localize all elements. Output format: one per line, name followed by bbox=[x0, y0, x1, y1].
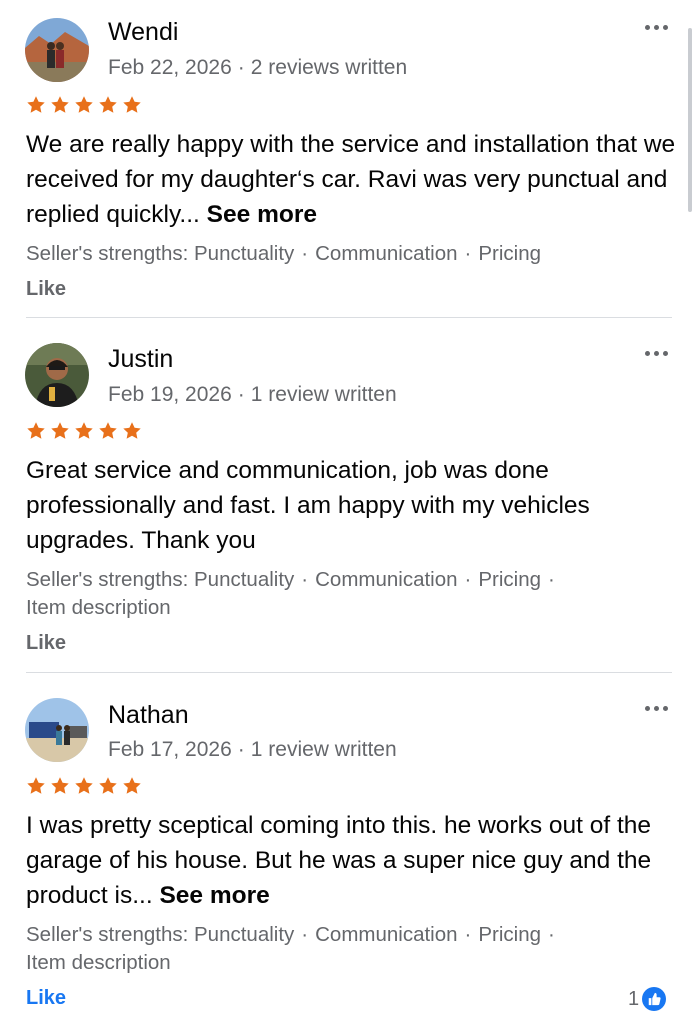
star-rating bbox=[26, 776, 142, 798]
review-body: I was pretty sceptical coming into this.… bbox=[26, 812, 652, 909]
reaction-summary[interactable]: 1 bbox=[628, 987, 667, 1011]
star-icon bbox=[27, 422, 45, 439]
strengths-label: Seller's strengths: bbox=[26, 568, 189, 591]
star-icon bbox=[27, 96, 45, 113]
star-icon bbox=[75, 422, 93, 439]
strength-item: Punctuality bbox=[194, 923, 295, 946]
reviewer-name[interactable]: Justin bbox=[108, 345, 173, 374]
like-button[interactable]: Like bbox=[26, 987, 66, 1010]
review-date: Feb 22, 2026 bbox=[108, 56, 232, 79]
avatar[interactable] bbox=[25, 698, 89, 762]
divider bbox=[26, 672, 672, 673]
review-meta: Feb 19, 2026 · 1 review written bbox=[108, 383, 397, 406]
reviews-written: 1 review written bbox=[250, 738, 397, 761]
strength-item: Communication bbox=[315, 923, 458, 946]
see-more-link[interactable]: See more bbox=[159, 882, 269, 909]
seller-strengths: Seller's strengths: Punctuality · Communic… bbox=[26, 242, 542, 265]
review-text: Great service and communication, job was… bbox=[26, 453, 676, 558]
strength-item: Pricing bbox=[478, 568, 542, 591]
avatar[interactable] bbox=[25, 18, 89, 82]
like-button[interactable]: Like bbox=[26, 632, 66, 655]
review-body: We are really happy with the service and… bbox=[26, 131, 676, 228]
strength-item: Communication bbox=[315, 242, 458, 265]
star-icon bbox=[123, 96, 141, 113]
see-more-link[interactable]: See more bbox=[207, 201, 317, 228]
reviews-written: 1 review written bbox=[250, 383, 397, 406]
strength-item: Punctuality bbox=[194, 568, 295, 591]
strength-item: Punctuality bbox=[194, 242, 295, 265]
star-icon bbox=[99, 96, 117, 113]
reviewer-name[interactable]: Nathan bbox=[108, 701, 189, 730]
star-icon bbox=[99, 422, 117, 439]
scrollbar[interactable] bbox=[688, 28, 692, 212]
more-options-icon[interactable] bbox=[640, 348, 672, 358]
strength-item: Item description bbox=[26, 951, 171, 974]
review-meta: Feb 17, 2026 · 1 review written bbox=[108, 738, 397, 761]
review-text: I was pretty sceptical coming into this.… bbox=[26, 808, 676, 913]
seller-strengths: Seller's strengths: Punctuality · Communic… bbox=[26, 923, 555, 974]
reviews-written: 2 reviews written bbox=[250, 56, 408, 79]
strength-item: Item description bbox=[26, 596, 171, 619]
more-options-icon[interactable] bbox=[640, 22, 672, 32]
strength-item: Pricing bbox=[478, 242, 542, 265]
avatar[interactable] bbox=[25, 343, 89, 407]
star-rating bbox=[26, 95, 142, 117]
reviewer-name[interactable]: Wendi bbox=[108, 18, 178, 47]
more-options-icon[interactable] bbox=[640, 703, 672, 713]
strength-item: Pricing bbox=[478, 923, 542, 946]
star-rating bbox=[26, 421, 142, 443]
star-icon bbox=[123, 422, 141, 439]
star-icon bbox=[123, 777, 141, 794]
strength-item: Communication bbox=[315, 568, 458, 591]
review-date: Feb 19, 2026 bbox=[108, 383, 232, 406]
divider bbox=[26, 317, 672, 318]
star-icon bbox=[51, 422, 69, 439]
review-body: Great service and communication, job was… bbox=[26, 457, 590, 554]
review-text: We are really happy with the service and… bbox=[26, 127, 676, 232]
star-icon bbox=[51, 777, 69, 794]
star-icon bbox=[51, 96, 69, 113]
strengths-label: Seller's strengths: bbox=[26, 242, 189, 265]
reaction-count: 1 bbox=[628, 987, 640, 1010]
star-icon bbox=[75, 777, 93, 794]
star-icon bbox=[27, 777, 45, 794]
star-icon bbox=[99, 777, 117, 794]
like-button[interactable]: Like bbox=[26, 278, 66, 301]
star-icon bbox=[75, 96, 93, 113]
review-meta: Feb 22, 2026 · 2 reviews written bbox=[108, 56, 408, 79]
strengths-label: Seller's strengths: bbox=[26, 923, 189, 946]
seller-strengths: Seller's strengths: Punctuality · Communic… bbox=[26, 568, 555, 619]
review-date: Feb 17, 2026 bbox=[108, 738, 232, 761]
thumbs-up-icon bbox=[642, 987, 667, 1011]
